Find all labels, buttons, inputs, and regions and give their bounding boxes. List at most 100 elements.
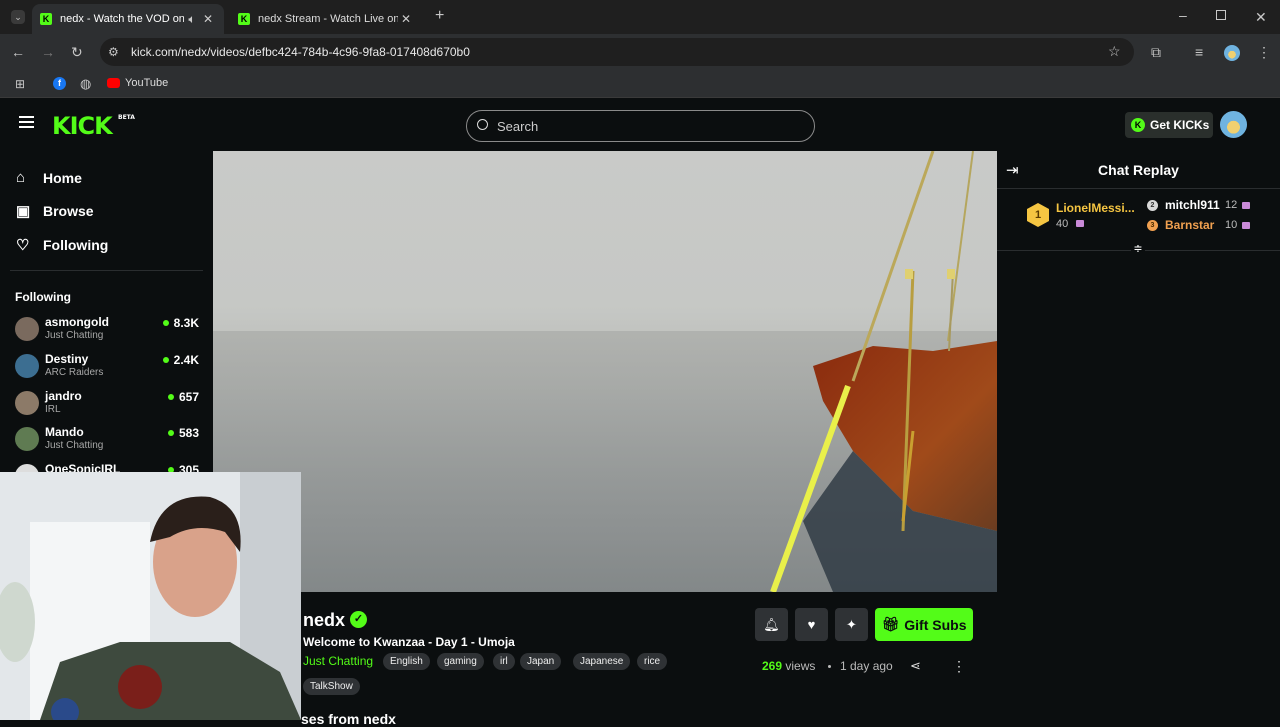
more-options-icon[interactable]: ⋮ — [952, 658, 966, 675]
site-header: KICK BETA Search K Get KICKs — [0, 98, 1280, 152]
viewer-count-value: 8.3K — [173, 316, 199, 330]
top-gifter-1[interactable]: 1 LionelMessi... 40 — [1027, 201, 1137, 233]
viewer-count: 657 — [167, 390, 199, 404]
sparkle-button[interactable]: ✦ — [835, 608, 868, 641]
gifter-name: mitchl911 — [1165, 198, 1220, 212]
home-icon: ⌂ — [16, 169, 26, 186]
video-frame — [213, 151, 997, 592]
rank-2-badge-icon: 2 — [1147, 200, 1158, 211]
gift-icon — [1076, 220, 1084, 227]
webcam-overlay — [0, 472, 301, 720]
viewer-count-value: 305 — [178, 463, 199, 472]
video-player[interactable] — [213, 151, 997, 592]
url-field[interactable]: ⚙︎ kick.com/nedx/videos/defbc424-784b-4c… — [100, 38, 1134, 66]
following-item-mando[interactable]: Mando Just Chatting 583 — [15, 423, 205, 457]
nav-following[interactable]: ♡ Following — [16, 236, 108, 254]
new-tab-icon[interactable]: + — [435, 8, 444, 24]
youtube-icon[interactable] — [107, 78, 120, 88]
gift-subs-button[interactable]: 🎁︎ Gift Subs — [875, 608, 973, 641]
expand-leaderboard-icon[interactable]: ≑ — [1131, 243, 1145, 255]
tag-english[interactable]: English — [383, 653, 430, 670]
hamburger-menu-icon[interactable] — [19, 116, 34, 128]
sidebar-divider — [10, 270, 203, 271]
nav-label: Home — [43, 169, 82, 186]
back-icon[interactable]: ← — [11, 45, 25, 59]
following-item-destiny[interactable]: Destiny ARC Raiders 2.4K — [15, 350, 205, 384]
following-item-onesonicirl[interactable]: OneSonicIRL 305 — [15, 460, 205, 472]
gift-icon: 🎁︎ — [881, 616, 900, 632]
gifter-count: 10 — [1225, 219, 1238, 231]
facebook-icon[interactable]: f — [53, 77, 66, 90]
speaker-icon[interactable]: 🔈︎ — [184, 12, 200, 27]
gift-subs-label: Gift Subs — [904, 616, 967, 633]
bell-icon: 🔔︎ — [763, 616, 780, 632]
viewer-count: 305 — [167, 463, 199, 472]
forward-icon[interactable]: → — [41, 45, 55, 59]
verified-badge-icon: ✓ — [350, 611, 367, 628]
user-avatar[interactable] — [1220, 111, 1247, 138]
views-value: 269 — [762, 659, 783, 673]
media-icon[interactable]: ≡ — [1195, 45, 1203, 59]
search-input[interactable]: Search — [466, 110, 815, 142]
url-text: kick.com/nedx/videos/defbc424-784b-4c96-… — [131, 45, 470, 59]
kick-logo[interactable]: KICK BETA — [52, 112, 135, 140]
browser-tab-bar: ⌄ K nedx - Watch the VOD on Ki 🔈︎ ✕ K ne… — [0, 0, 1280, 34]
viewer-count: 8.3K — [162, 316, 199, 330]
search-icon — [477, 119, 488, 130]
reload-icon[interactable]: ↻ — [71, 45, 83, 59]
site-info-icon[interactable]: ⚙︎ — [108, 45, 119, 59]
following-item-jandro[interactable]: jandro IRL 657 — [15, 387, 205, 421]
logo-beta-badge: BETA — [118, 114, 135, 121]
get-kicks-button[interactable]: K Get KICKs — [1125, 112, 1213, 138]
nav-browse[interactable]: ▣ Browse — [16, 202, 94, 220]
live-dot-icon — [162, 320, 169, 326]
close-tab-icon[interactable]: ✕ — [200, 12, 216, 26]
channel-category: ARC Raiders — [45, 367, 104, 378]
kicks-coin-icon: K — [1131, 118, 1145, 132]
minimize-icon[interactable]: – — [1179, 8, 1187, 22]
close-window-icon[interactable]: ✕ — [1255, 10, 1267, 24]
share-icon[interactable]: ⋖ — [910, 658, 921, 674]
globe-icon[interactable]: ◍ — [80, 77, 91, 91]
close-tab-icon[interactable]: ✕ — [398, 12, 414, 26]
viewer-count-value: 657 — [178, 390, 199, 404]
apps-grid-icon[interactable]: ⊞ — [15, 77, 25, 91]
search-placeholder: Search — [497, 118, 539, 134]
live-dot-icon — [162, 357, 169, 363]
heart-icon: ♡ — [16, 237, 30, 254]
gifter-name: LionelMessi... — [1056, 201, 1135, 215]
sparkle-icon: ✦ — [846, 616, 857, 632]
chat-divider — [997, 188, 1280, 189]
bookmark-youtube[interactable]: YouTube — [125, 77, 168, 89]
logo-text: KICK — [52, 112, 113, 140]
top-gifter-3[interactable]: 3 Barnstar 10 — [1147, 218, 1257, 234]
notify-button[interactable]: 🔔︎ — [755, 608, 788, 641]
tab-vod[interactable]: K nedx - Watch the VOD on Ki 🔈︎ ✕ — [32, 4, 224, 34]
restore-icon[interactable] — [1216, 10, 1226, 20]
tag-japan[interactable]: Japan — [520, 653, 562, 670]
gift-icon — [1242, 222, 1250, 229]
tag-rice[interactable]: rice — [637, 653, 668, 670]
channel-name[interactable]: nedx — [303, 610, 345, 631]
nav-label: Browse — [43, 203, 94, 219]
stream-category[interactable]: Just Chatting — [303, 654, 373, 668]
top-gifter-2[interactable]: 2 mitchl911 12 — [1147, 198, 1257, 214]
tab-title: nedx - Watch the VOD on Ki — [60, 13, 184, 25]
following-item-asmongold[interactable]: asmongold Just Chatting 8.3K — [15, 313, 205, 347]
follow-button[interactable]: ♥ — [795, 608, 828, 641]
live-dot-icon — [167, 430, 174, 436]
nav-home[interactable]: ⌂ Home — [16, 169, 82, 186]
profile-avatar[interactable] — [1224, 45, 1240, 61]
bookmark-star-icon[interactable]: ☆ — [1108, 44, 1121, 58]
tab-live[interactable]: K nedx Stream - Watch Live on Ki ✕ — [230, 4, 422, 34]
stream-info: nedx ✓ Welcome to Kwanzaa - Day 1 - Umoj… — [301, 592, 997, 727]
tag-irl[interactable]: irl — [493, 653, 515, 670]
tag-japanese[interactable]: Japanese — [573, 653, 631, 670]
menu-dots-icon[interactable]: ⋮ — [1257, 45, 1271, 59]
tag-talkshow[interactable]: TalkShow — [303, 678, 360, 695]
tab-search-icon[interactable]: ⌄ — [11, 10, 25, 24]
tag-gaming[interactable]: gaming — [437, 653, 484, 670]
kick-favicon-icon: K — [40, 13, 52, 25]
extensions-icon[interactable]: ⧉ — [1151, 45, 1161, 59]
channel-category: IRL — [45, 404, 61, 415]
